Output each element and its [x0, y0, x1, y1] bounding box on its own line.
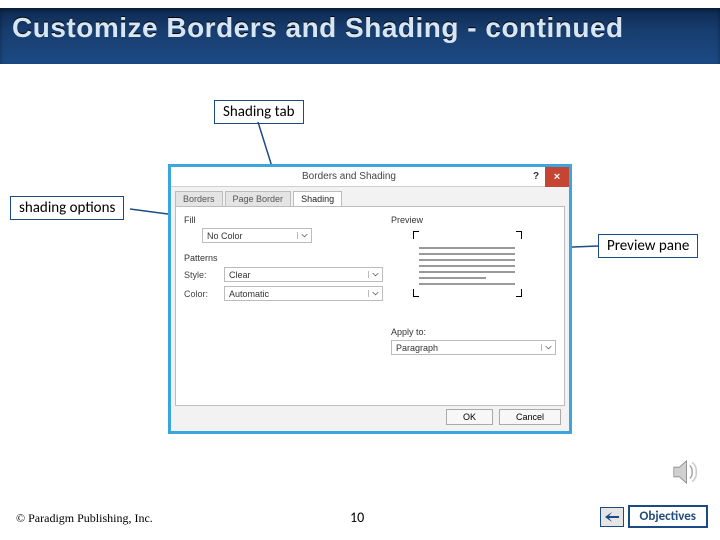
tab-body: Fill No Color Patterns Style: Clear Colo… — [175, 206, 565, 406]
color-combo[interactable]: Automatic — [224, 286, 383, 301]
slide-number: 10 — [350, 509, 364, 526]
color-label: Color: — [184, 289, 218, 299]
ok-button[interactable]: OK — [446, 409, 493, 425]
chevron-down-icon — [541, 344, 555, 351]
callout-shading-tab: Shading tab — [214, 100, 304, 124]
callout-shading-options: shading options — [10, 196, 124, 220]
slide-title: Customize Borders and Shading - continue… — [12, 12, 624, 44]
style-value: Clear — [225, 270, 368, 280]
borders-shading-dialog: Borders and Shading ? × Borders Page Bor… — [168, 164, 572, 434]
color-value: Automatic — [225, 289, 368, 299]
patterns-label: Patterns — [184, 253, 383, 263]
tab-page-border[interactable]: Page Border — [225, 191, 292, 206]
tab-shading[interactable]: Shading — [293, 191, 342, 206]
chevron-down-icon — [297, 232, 311, 239]
apply-to-label: Apply to: — [391, 327, 556, 337]
shading-options-panel: Fill No Color Patterns Style: Clear Colo… — [184, 213, 383, 399]
preview-paragraph — [419, 243, 515, 299]
fill-label: Fill — [184, 215, 383, 225]
fill-value: No Color — [203, 231, 297, 241]
fill-combo[interactable]: No Color — [202, 228, 312, 243]
speaker-icon — [668, 456, 702, 488]
callout-preview-pane: Preview pane — [598, 234, 698, 258]
dialog-title: Borders and Shading — [171, 171, 527, 182]
objectives-button[interactable]: Objectives — [628, 505, 708, 528]
preview-label: Preview — [391, 215, 556, 225]
chevron-down-icon — [368, 271, 382, 278]
dialog-titlebar: Borders and Shading ? × — [171, 167, 569, 187]
apply-to-value: Paragraph — [392, 343, 541, 353]
chevron-down-icon — [368, 290, 382, 297]
preview-box — [391, 229, 556, 321]
dialog-buttons: OK Cancel — [446, 409, 561, 425]
cancel-button[interactable]: Cancel — [499, 409, 561, 425]
help-button[interactable]: ? — [527, 171, 545, 182]
dialog-tabs: Borders Page Border Shading — [171, 189, 569, 206]
tab-borders[interactable]: Borders — [175, 191, 223, 206]
style-label: Style: — [184, 270, 218, 280]
footer-copyright: © Paradigm Publishing, Inc. — [16, 511, 153, 526]
apply-to-combo[interactable]: Paragraph — [391, 340, 556, 355]
footer-nav: Objectives — [600, 505, 708, 528]
prev-arrow-button[interactable] — [600, 507, 624, 527]
style-combo[interactable]: Clear — [224, 267, 383, 282]
close-button[interactable]: × — [545, 167, 569, 187]
preview-panel: Preview Apply to: Paragraph — [391, 213, 556, 399]
